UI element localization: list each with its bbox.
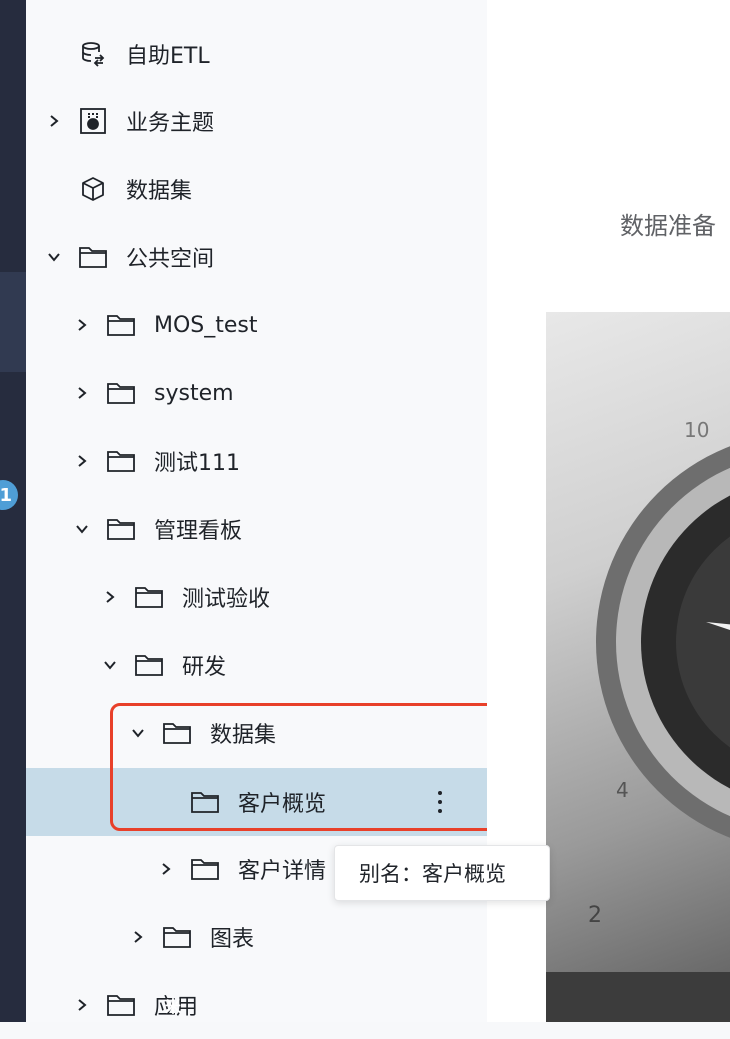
folder-icon xyxy=(162,923,192,951)
folder-icon xyxy=(106,379,136,407)
tree-item-label: 管理看板 xyxy=(154,519,243,544)
chevron-down-icon[interactable] xyxy=(46,249,62,265)
folder-icon xyxy=(106,311,136,339)
tree-item-label: 图表 xyxy=(210,927,255,952)
tree-item-label: 测试验收 xyxy=(182,587,271,612)
tree-item-mos-test[interactable]: MOS_test xyxy=(26,291,487,359)
tree-item-acceptance-test[interactable]: 测试验收 xyxy=(26,563,487,631)
folder-icon xyxy=(190,855,220,883)
chevron-down-icon[interactable] xyxy=(102,657,118,673)
chevron-right-icon[interactable] xyxy=(74,453,90,469)
cube-icon xyxy=(78,175,108,203)
tree-item-test111[interactable]: 测试111 xyxy=(26,427,487,495)
chevron-down-icon[interactable] xyxy=(74,521,90,537)
svg-text:4: 4 xyxy=(616,778,629,802)
folder-icon xyxy=(134,651,164,679)
business-theme-icon xyxy=(78,107,108,135)
tree-item-label: 测试111 xyxy=(154,451,240,476)
folder-icon xyxy=(106,447,136,475)
rail-active-item[interactable] xyxy=(0,272,26,372)
tree-item-label: 研发 xyxy=(182,655,227,680)
tree-item-label: 客户详情 xyxy=(238,859,327,884)
tree-item-business-theme[interactable]: 业务主题 xyxy=(26,87,487,155)
tree-item-label: 公共空间 xyxy=(126,247,215,272)
tree-item-self-etl[interactable]: 自助ETL xyxy=(26,20,487,88)
tree-item-label: system xyxy=(154,380,234,406)
tree-item-system[interactable]: system xyxy=(26,359,487,427)
left-nav-rail: 1 xyxy=(0,0,26,1022)
folder-icon xyxy=(78,243,108,271)
chevron-right-icon[interactable] xyxy=(102,589,118,605)
folder-icon xyxy=(106,991,136,1019)
folder-icon xyxy=(134,583,164,611)
tree-item-management-board[interactable]: 管理看板 xyxy=(26,495,487,563)
compass-illustration: 10 4 2 xyxy=(546,312,730,1022)
chevron-right-icon[interactable] xyxy=(74,317,90,333)
svg-text:10: 10 xyxy=(684,418,709,442)
notification-badge: 1 xyxy=(0,480,18,510)
alias-tooltip: 别名：客户概览 xyxy=(334,845,550,901)
chevron-right-icon[interactable] xyxy=(74,385,90,401)
chevron-right-icon[interactable] xyxy=(130,929,146,945)
tree-item-rnd[interactable]: 研发 xyxy=(26,631,487,699)
tree-item-charts[interactable]: 图表 xyxy=(26,903,487,971)
tree-item-label: 数据集 xyxy=(126,179,193,204)
svg-text:2: 2 xyxy=(588,903,602,928)
chevron-right-icon[interactable] xyxy=(158,861,174,877)
tree-item-label: 自助ETL xyxy=(126,44,210,69)
etl-database-icon xyxy=(78,40,108,68)
photo-bottom-band xyxy=(546,972,730,1022)
chevron-right-icon[interactable] xyxy=(74,997,90,1013)
tree-item-dataset[interactable]: 数据集 xyxy=(26,155,487,223)
chevron-right-icon[interactable] xyxy=(46,113,62,129)
photo-corner-text: 米 xyxy=(165,997,182,1016)
tree-item-public-space[interactable]: 公共空间 xyxy=(26,223,487,291)
folder-icon xyxy=(106,515,136,543)
annotation-highlight-box xyxy=(110,703,498,831)
tree-item-label: 业务主题 xyxy=(126,111,215,136)
tree-item-apps[interactable]: 应用 xyxy=(26,971,487,1039)
page-title: 数据准备 xyxy=(620,212,716,240)
tree-item-label: MOS_test xyxy=(154,312,258,338)
